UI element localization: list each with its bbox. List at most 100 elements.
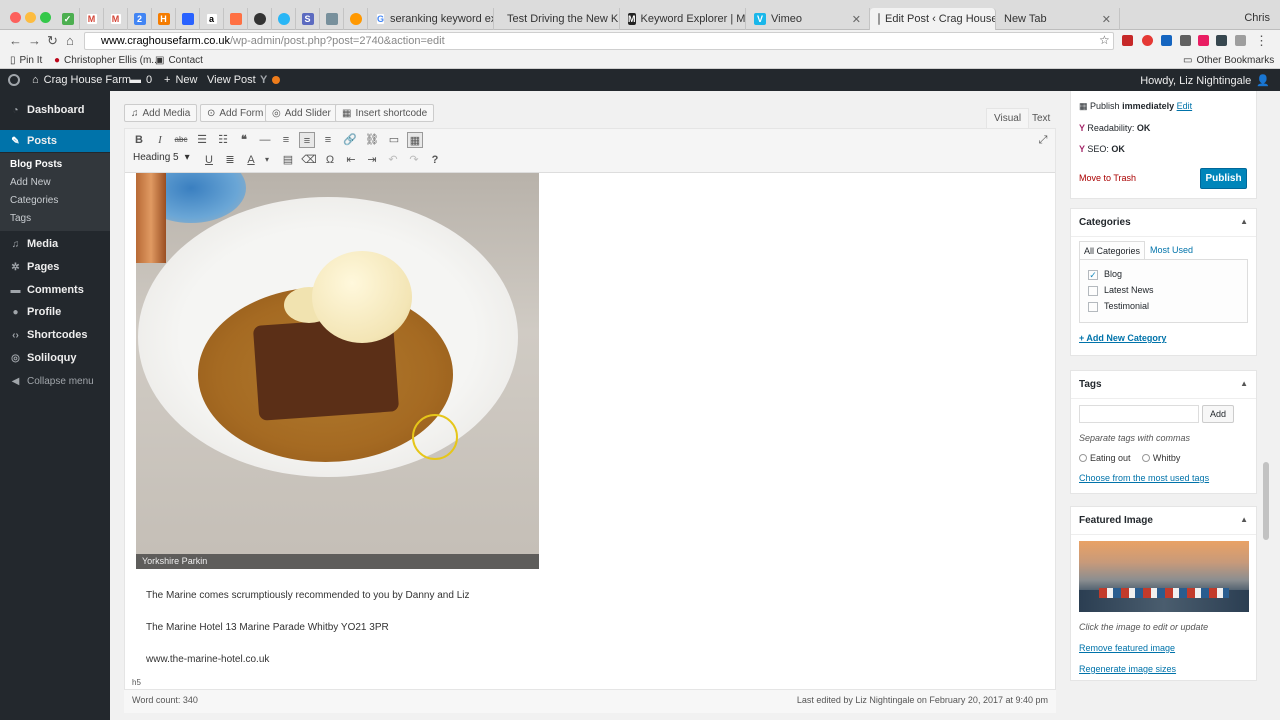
- toggle-arrow-icon[interactable]: ▲: [1240, 515, 1248, 524]
- clear-formatting-icon[interactable]: ⌫: [301, 152, 317, 168]
- back-icon[interactable]: ←: [9, 33, 22, 48]
- view-post-link[interactable]: View Post: [207, 74, 256, 86]
- add-slider-button[interactable]: ◎ Add Slider: [265, 104, 338, 122]
- numbered-list-icon[interactable]: ☷: [215, 132, 231, 148]
- format-select[interactable]: Heading 5 ▾: [133, 152, 190, 163]
- align-center-icon[interactable]: ≡: [299, 132, 315, 148]
- comments-link[interactable]: ▬ 0: [130, 74, 152, 86]
- bookmark-christopher[interactable]: ● Christopher Ellis (m...: [54, 55, 160, 66]
- pinned-tab[interactable]: M: [104, 8, 128, 30]
- home-icon[interactable]: ⌂: [66, 33, 74, 48]
- sidebar-item-dashboard[interactable]: ◔ Dashboard: [0, 100, 110, 120]
- extension-icon[interactable]: [1180, 35, 1191, 46]
- horizontal-rule-icon[interactable]: —: [257, 132, 273, 148]
- redo-icon[interactable]: ↷: [406, 152, 422, 168]
- move-to-trash-link[interactable]: Move to Trash: [1079, 173, 1136, 183]
- add-new-category-link[interactable]: + Add New Category: [1079, 333, 1166, 343]
- sidebar-item-pages[interactable]: ✲ Pages: [0, 257, 110, 277]
- pinned-tab[interactable]: H: [152, 8, 176, 30]
- pinned-tab[interactable]: [272, 8, 296, 30]
- toolbar-toggle-icon[interactable]: ▦: [407, 132, 423, 148]
- add-tag-button[interactable]: Add: [1202, 405, 1234, 423]
- tab-test-driving[interactable]: Test Driving the New K✕: [494, 8, 620, 30]
- pinned-tab[interactable]: [320, 8, 344, 30]
- tab-visual[interactable]: Visual: [986, 108, 1030, 128]
- text-color-icon[interactable]: A: [243, 152, 259, 168]
- category-latest-news[interactable]: Latest News: [1088, 285, 1154, 296]
- help-icon[interactable]: ?: [427, 152, 443, 168]
- tab-most-used[interactable]: Most Used: [1150, 245, 1193, 255]
- blockquote-icon[interactable]: ❝: [236, 132, 252, 148]
- toggle-arrow-icon[interactable]: ▲: [1240, 217, 1248, 226]
- extension-icon[interactable]: [1235, 35, 1246, 46]
- pinned-tab[interactable]: a: [200, 8, 224, 30]
- reload-icon[interactable]: ↻: [47, 33, 58, 49]
- category-testimonial[interactable]: Testimonial: [1088, 301, 1149, 312]
- align-right-icon[interactable]: ≡: [320, 132, 336, 148]
- sidebar-item-media[interactable]: ♫ Media: [0, 234, 110, 254]
- sidebar-item-posts[interactable]: ✎ Posts: [0, 130, 110, 152]
- featured-image-thumbnail[interactable]: [1079, 541, 1249, 612]
- paragraph[interactable]: The Marine Hotel 13 Marine Parade Whitby…: [146, 622, 389, 633]
- yoast-seo-link[interactable]: Y: [260, 74, 281, 86]
- forward-icon[interactable]: →: [28, 33, 41, 48]
- extension-icon[interactable]: [1216, 35, 1227, 46]
- unlink-icon[interactable]: ⛓: [364, 132, 380, 148]
- undo-icon[interactable]: ↶: [385, 152, 401, 168]
- remove-featured-image-link[interactable]: Remove featured image: [1079, 643, 1175, 653]
- new-content-link[interactable]: + New: [164, 74, 197, 86]
- read-more-icon[interactable]: ▭: [386, 132, 402, 148]
- sidebar-item-shortcodes[interactable]: ‹› Shortcodes: [0, 325, 110, 345]
- align-left-icon[interactable]: ≡: [278, 132, 294, 148]
- submenu-tags[interactable]: Tags: [10, 213, 31, 224]
- underline-icon[interactable]: U: [201, 152, 217, 168]
- publish-button[interactable]: Publish: [1200, 168, 1247, 189]
- pinned-tab[interactable]: M: [80, 8, 104, 30]
- tab-vimeo[interactable]: V Vimeo ✕: [746, 8, 870, 30]
- tab-moz[interactable]: MKeyword Explorer | Moz✕: [620, 8, 746, 30]
- collapse-menu-button[interactable]: ◀ Collapse menu: [0, 371, 110, 391]
- justify-icon[interactable]: ≣: [222, 152, 238, 168]
- choose-most-used-tags-link[interactable]: Choose from the most used tags: [1079, 473, 1209, 483]
- submenu-blog-posts[interactable]: Blog Posts: [10, 159, 62, 170]
- strikethrough-icon[interactable]: abc: [173, 132, 189, 148]
- pinned-tab[interactable]: [344, 8, 368, 30]
- close-window-icon[interactable]: [10, 12, 21, 23]
- extension-icon[interactable]: [1161, 35, 1172, 46]
- other-bookmarks[interactable]: ▭ Other Bookmarks: [1183, 55, 1274, 66]
- camera-icon[interactable]: [1198, 35, 1209, 46]
- tab-text[interactable]: Text: [1025, 108, 1057, 128]
- maximize-window-icon[interactable]: [40, 12, 51, 23]
- tab-new-tab[interactable]: New Tab ✕: [996, 8, 1120, 30]
- pinned-tab[interactable]: ✓: [56, 8, 80, 30]
- close-tab-icon[interactable]: ✕: [1102, 13, 1111, 26]
- checkbox[interactable]: [1088, 301, 1098, 312]
- outdent-icon[interactable]: ⇤: [343, 152, 359, 168]
- pinned-tab[interactable]: [176, 8, 200, 30]
- paste-text-icon[interactable]: ▤: [280, 152, 296, 168]
- bullet-list-icon[interactable]: ☰: [194, 132, 210, 148]
- wordpress-logo-icon[interactable]: [8, 74, 20, 86]
- extension-icon[interactable]: [1122, 35, 1133, 46]
- remove-tag-icon[interactable]: [1079, 454, 1087, 462]
- italic-icon[interactable]: I: [152, 132, 168, 148]
- submenu-add-new[interactable]: Add New: [10, 177, 51, 188]
- indent-icon[interactable]: ⇥: [364, 152, 380, 168]
- add-form-button[interactable]: ⊙ Add Form: [200, 104, 271, 122]
- minimize-window-icon[interactable]: [25, 12, 36, 23]
- pinned-tab[interactable]: [224, 8, 248, 30]
- category-blog[interactable]: ✓ Blog: [1088, 269, 1122, 280]
- chevron-down-icon[interactable]: ▾: [259, 152, 275, 168]
- close-tab-icon[interactable]: ✕: [852, 13, 861, 26]
- edit-schedule-link[interactable]: Edit: [1177, 101, 1193, 111]
- bold-icon[interactable]: B: [131, 132, 147, 148]
- sidebar-item-soliloquy[interactable]: ◎ Soliloquy: [0, 348, 110, 368]
- pinned-tab[interactable]: [248, 8, 272, 30]
- my-account-link[interactable]: Howdy, Liz Nightingale 👤: [1140, 74, 1270, 88]
- site-name-link[interactable]: ⌂ Crag House Farm: [32, 74, 131, 86]
- sidebar-item-profile[interactable]: ● Profile: [0, 302, 110, 322]
- bookmark-contact[interactable]: ▣ Contact: [155, 55, 203, 66]
- tab-seranking[interactable]: Gseranking keyword exp✕: [368, 8, 494, 30]
- add-media-button[interactable]: ♫ Add Media: [124, 104, 198, 122]
- fullscreen-icon[interactable]: ⤢: [1035, 132, 1051, 148]
